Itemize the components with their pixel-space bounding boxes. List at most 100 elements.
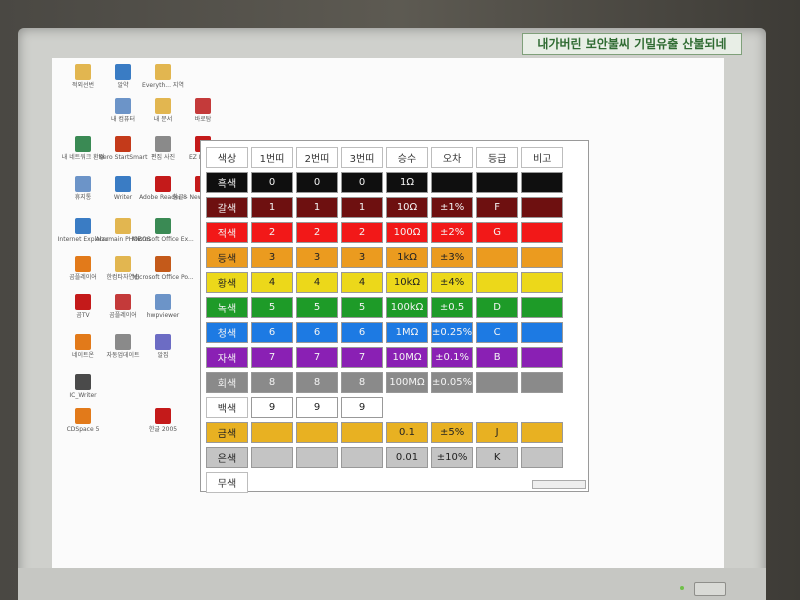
tolerance-cell: ±1%	[431, 197, 474, 218]
desktop-shortcut[interactable]: 알집	[132, 334, 194, 359]
band2-cell: 9	[296, 397, 338, 418]
band3-cell	[341, 472, 383, 493]
app-icon	[115, 218, 131, 234]
band3-cell	[341, 422, 383, 443]
shortcut-label: Everyth... 지역	[142, 82, 184, 89]
app-icon	[155, 334, 171, 350]
column-header: 2번띠	[296, 147, 338, 168]
color-name-cell: 백색	[206, 397, 248, 418]
band2-cell: 7	[296, 347, 338, 368]
desktop-shortcut[interactable]: Microsoft Office Po...	[132, 256, 194, 281]
band3-cell: 7	[341, 347, 383, 368]
band1-cell: 4	[251, 272, 293, 293]
color-name-cell: 황색	[206, 272, 248, 293]
app-icon	[155, 294, 171, 310]
color-name-cell: 무색	[206, 472, 248, 493]
color-name-cell: 은색	[206, 447, 248, 468]
band1-cell: 8	[251, 372, 293, 393]
band2-cell: 4	[296, 272, 338, 293]
table-header-row: 색상 1번띠 2번띠 3번띠 승수 오차 등급 비고	[206, 147, 564, 168]
color-row: 백색 9 9 9	[206, 397, 563, 418]
desktop-shortcut[interactable]: 바로탐	[172, 98, 234, 123]
desktop-shortcut[interactable]: IC_Writer	[52, 374, 114, 399]
app-icon	[75, 176, 91, 192]
tolerance-cell: ±4%	[431, 272, 474, 293]
app-icon	[155, 218, 171, 234]
band3-cell: 9	[341, 397, 383, 418]
desktop-shortcut[interactable]: CDSpace 5	[52, 408, 114, 433]
grade-cell	[476, 272, 519, 293]
desktop-screen: 적외선번 알약 Everyth... 지역 내 컴퓨터 내 문서 바로탐 내 네트워크 환경…	[52, 58, 724, 568]
note-cell	[521, 322, 564, 343]
app-icon	[75, 334, 91, 350]
note-cell	[521, 172, 564, 193]
desktop-shortcut[interactable]: 한글 2005	[132, 408, 194, 433]
app-icon	[75, 408, 91, 424]
column-header: 3번띠	[341, 147, 383, 168]
band1-cell: 3	[251, 247, 293, 268]
grade-cell	[476, 397, 518, 418]
tolerance-cell: ±0.05%	[431, 372, 474, 393]
app-icon	[75, 294, 91, 310]
tolerance-cell	[431, 397, 473, 418]
band1-cell	[251, 472, 293, 493]
band3-cell: 6	[341, 322, 383, 343]
shortcut-label: Microsoft Office Po...	[132, 274, 194, 281]
power-led-icon	[680, 586, 684, 590]
app-icon	[115, 294, 131, 310]
app-icon	[115, 176, 131, 192]
app-icon	[155, 98, 171, 114]
app-icon	[115, 334, 131, 350]
color-name-cell: 회색	[206, 372, 248, 393]
color-name-cell: 흑색	[206, 172, 248, 193]
grade-cell: K	[476, 447, 519, 468]
power-button[interactable]	[694, 582, 726, 596]
band2-cell: 0	[296, 172, 338, 193]
app-icon	[155, 176, 171, 192]
tolerance-cell: ±2%	[431, 222, 474, 243]
band3-cell: 0	[341, 172, 383, 193]
security-sticker: 내가버린 보안불씨 기밀유출 산불되네	[522, 33, 742, 55]
note-cell	[521, 197, 564, 218]
app-icon	[115, 256, 131, 272]
color-row: 등색 3 3 3 1kΩ ±3%	[206, 247, 564, 268]
band1-cell: 9	[251, 397, 293, 418]
note-cell	[521, 247, 564, 268]
band2-cell: 1	[296, 197, 338, 218]
color-name-cell: 등색	[206, 247, 248, 268]
multiplier-cell: 10Ω	[386, 197, 428, 218]
note-cell	[521, 372, 564, 393]
grade-cell: J	[476, 422, 519, 443]
band2-cell	[296, 447, 338, 468]
band1-cell: 0	[251, 172, 293, 193]
multiplier-cell	[386, 397, 428, 418]
desktop-shortcut[interactable]: Microsoft Office Ex...	[132, 218, 194, 243]
app-icon	[75, 64, 91, 80]
resistor-color-code-window[interactable]: 색상 1번띠 2번띠 3번띠 승수 오차 등급 비고 흑색 0 0 0 1Ω 갈색 1 1 1 10Ω ±1% F 적…	[200, 140, 589, 493]
color-row: 회색 8 8 8 100MΩ ±0.05%	[206, 372, 564, 393]
color-row: 녹색 5 5 5 100kΩ ±0.5 D	[206, 297, 564, 318]
app-icon	[155, 136, 171, 152]
tolerance-cell: ±0.1%	[431, 347, 474, 368]
tolerance-cell: ±0.5	[431, 297, 474, 318]
shortcut-label: 한글 2005	[148, 426, 178, 433]
band1-cell	[251, 422, 293, 443]
desktop-shortcut[interactable]: hwpviewer	[132, 294, 194, 319]
note-cell	[521, 272, 564, 293]
tolerance-cell	[431, 172, 474, 193]
app-icon	[155, 256, 171, 272]
column-header: 승수	[386, 147, 428, 168]
column-header: 오차	[431, 147, 474, 168]
note-cell	[521, 222, 564, 243]
band1-cell: 1	[251, 197, 293, 218]
desktop-shortcut[interactable]: Everyth... 지역	[132, 64, 194, 89]
color-name-cell: 청색	[206, 322, 248, 343]
tolerance-cell: ±3%	[431, 247, 474, 268]
tolerance-cell: ±10%	[431, 447, 474, 468]
band1-cell: 2	[251, 222, 293, 243]
multiplier-cell: 1kΩ	[386, 247, 428, 268]
app-icon	[195, 98, 211, 114]
tolerance-cell: ±0.25%	[431, 322, 474, 343]
grade-cell: D	[476, 297, 519, 318]
color-row: 적색 2 2 2 100Ω ±2% G	[206, 222, 564, 243]
